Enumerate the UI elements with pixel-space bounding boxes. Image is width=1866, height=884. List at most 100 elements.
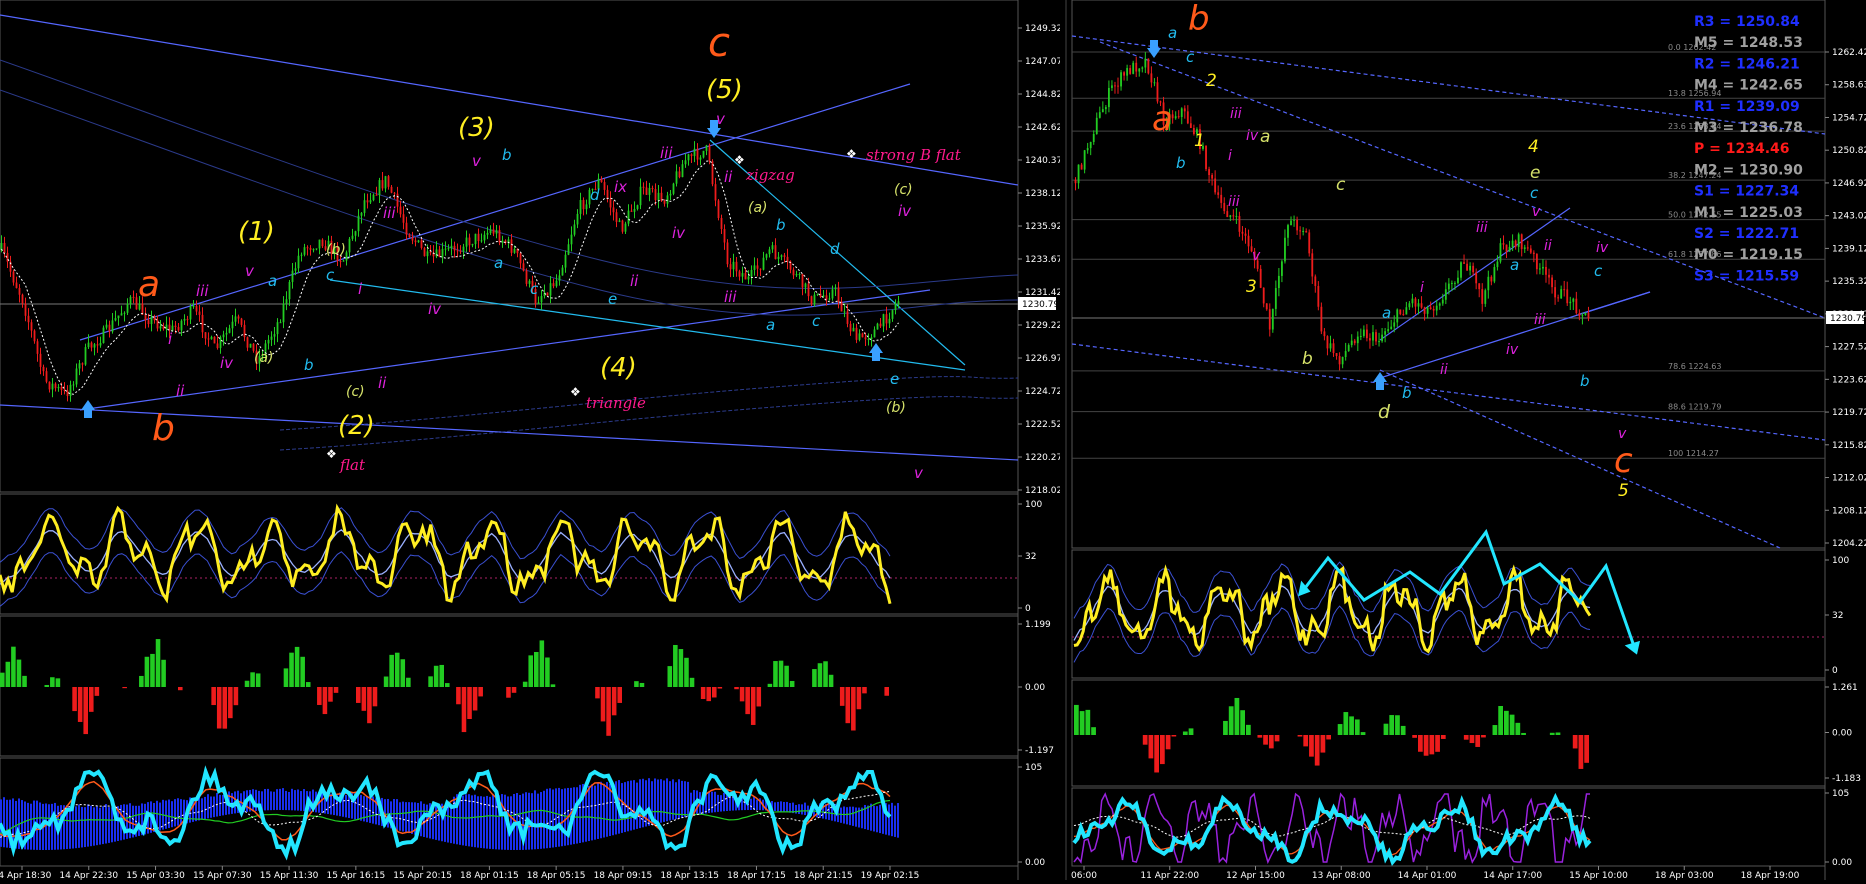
histogram-bar [294,646,300,687]
wave-label-pa: (a) [254,350,274,366]
axis-tick-label: 105 [1832,789,1849,799]
candle [438,249,441,257]
histogram-bar [745,687,750,715]
candle [351,235,354,239]
right-oscillator-1-pane[interactable] [1071,549,1826,679]
candle [1493,267,1496,282]
histogram-bar [1148,735,1154,759]
candle [1390,326,1393,330]
candle [1186,111,1189,124]
candle [1542,266,1544,269]
candle [1539,268,1541,270]
osc3-bar [471,795,473,847]
candle [1189,123,1192,129]
histogram-bar [756,687,762,707]
candle [294,268,297,271]
candle [1405,307,1408,315]
candle [1284,237,1286,262]
osc3-bar [87,804,89,847]
candle [1526,247,1529,249]
pivot-label: M5 = 1248.53 [1694,35,1803,51]
left-chart: 1230.79 1249.32 1247.07 1244.82 1242.62 1240… [0,0,1062,881]
candle [1523,247,1526,249]
candle [1432,308,1435,311]
wave-label-big-c: c [708,20,730,66]
histogram-bar [1337,724,1343,735]
axis-tick-label: 0 [1025,604,1031,614]
wave-label-3: (3) [458,113,495,143]
time-label: 15 Apr 16:15 [327,871,386,880]
left-osc3-axis: 105 0.00 [1018,763,1045,868]
candle [1417,303,1420,307]
candle [1429,307,1432,309]
candle [705,145,708,151]
histogram-bar [1555,732,1561,735]
histogram-bar [1228,706,1234,735]
axis-tick-label: 0 [1832,666,1838,676]
axis-tick-label: 1231.42 [1025,288,1062,298]
wave-label-v: v [1532,204,1541,220]
osc3-bar [291,788,293,811]
candle [672,183,675,194]
candle [882,314,885,327]
histogram-bar [1389,715,1395,735]
right-time-axis: 06:00 11 Apr 22:00 12 Apr 15:00 13 Apr 08:0… [1071,866,1800,881]
pivot-label: P = 1234.46 [1694,141,1790,157]
candle [219,337,222,349]
pivot-label: R3 = 1250.84 [1694,14,1800,30]
histogram-bar [789,680,795,687]
candle [342,260,345,262]
candle [69,384,72,397]
osc3-bar [555,788,557,848]
histogram-bar [684,657,689,687]
osc3-bar [561,789,563,847]
osc3-bar [891,802,893,837]
osc3-bar [288,791,290,811]
axis-tick-label: 105 [1025,763,1042,773]
left-oscillator-1-pane[interactable] [0,493,1019,615]
histogram-bar [1475,735,1481,747]
histogram-bar [228,687,233,719]
osc3-bar [402,801,404,832]
osc3-bar [93,807,95,846]
candle [600,178,603,183]
candle [111,320,114,332]
axis-tick-label: 1258.63 [1832,81,1866,91]
histogram-bar [550,684,556,687]
histogram-bar [689,677,695,687]
histogram-bar [1463,735,1469,740]
candle [585,204,588,210]
histogram-bar [506,687,511,698]
histogram-bar [244,680,250,687]
candle [372,194,375,201]
candle [468,237,471,246]
candle [300,254,303,256]
candle [1551,277,1553,288]
candle [666,195,669,204]
histogram-bar [845,687,851,724]
osc3-bar [45,803,47,850]
axis-tick-label: 1.261 [1832,683,1858,693]
candle [1308,232,1311,254]
histogram-bar [884,687,889,696]
candle [1399,309,1402,315]
candle [567,244,570,255]
osc3-bar [753,796,755,811]
candle [102,327,105,343]
wave-label-c: c [812,312,821,330]
wave-label-1: 1 [1194,131,1205,151]
histogram-bar [389,654,394,687]
histogram-bar [72,687,77,712]
candle [1350,340,1353,346]
histogram-bar [255,673,261,687]
wave-label-e: e [890,370,899,388]
osc3-bar [357,793,359,821]
wave-label-b: b [1302,349,1313,369]
candle [1083,150,1086,170]
left-current-price: 1230.79 [1022,300,1059,310]
osc3-bar [846,807,848,825]
histogram-bar [289,652,294,687]
candle [1274,288,1277,309]
axis-tick-label: 1.199 [1025,620,1051,630]
histogram-bar [534,651,539,687]
